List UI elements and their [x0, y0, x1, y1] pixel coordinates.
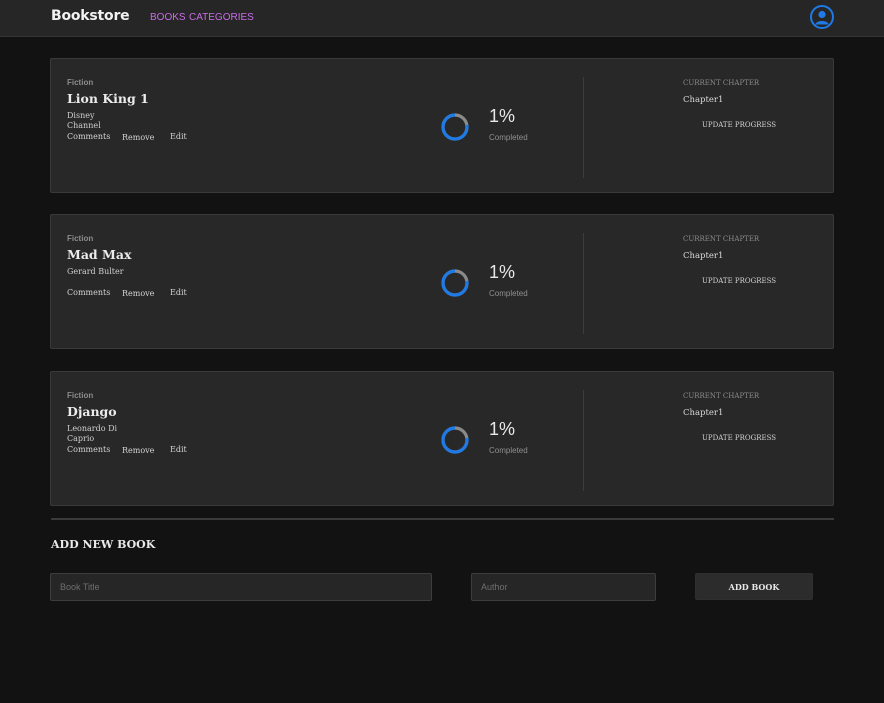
user-avatar-icon [815, 10, 829, 25]
current-chapter-label: CURRENT CHAPTER [683, 79, 760, 87]
book-title: Lion King 1 [67, 91, 149, 106]
book-genre: Fiction [67, 78, 94, 87]
book-title: Mad Max [67, 247, 132, 262]
progress-percent: 1% [489, 106, 516, 126]
current-chapter-label: CURRENT CHAPTER [683, 392, 760, 400]
edit-button[interactable]: Edit [170, 445, 187, 454]
book-author: Gerard Bulter [67, 267, 124, 276]
current-chapter-value: Chapter1 [683, 251, 724, 261]
add-book-heading: ADD NEW BOOK [51, 538, 156, 551]
current-chapter-label: CURRENT CHAPTER [683, 235, 760, 243]
comments-button[interactable]: Comments [67, 132, 110, 141]
book-card: Fiction Mad Max Gerard Bulter Comments R… [50, 214, 834, 349]
current-chapter-value: Chapter1 [683, 408, 724, 418]
section-divider [51, 518, 834, 520]
book-genre: Fiction [67, 234, 94, 243]
update-progress-button[interactable]: UPDATE PROGRESS [702, 434, 776, 442]
update-progress-button[interactable]: UPDATE PROGRESS [702, 277, 776, 285]
author-input[interactable] [471, 573, 656, 601]
book-genre: Fiction [67, 391, 94, 400]
remove-button[interactable]: Remove [122, 133, 154, 142]
nav-link-books[interactable]: BOOKS [150, 12, 186, 23]
remove-button[interactable]: Remove [122, 446, 154, 455]
brand-logo[interactable]: Bookstore [51, 8, 130, 24]
progress-label: Completed [489, 289, 528, 298]
edit-button[interactable]: Edit [170, 288, 187, 297]
remove-button[interactable]: Remove [122, 289, 154, 298]
progress-label: Completed [489, 446, 528, 455]
nav-link-categories[interactable]: CATEGORIES [189, 12, 254, 23]
book-author: Disney Channel [67, 111, 101, 130]
edit-button[interactable]: Edit [170, 132, 187, 141]
card-divider [583, 390, 584, 491]
book-title: Django [67, 404, 117, 419]
progress-percent: 1% [489, 419, 516, 439]
comments-button[interactable]: Comments [67, 288, 110, 297]
current-chapter-value: Chapter1 [683, 95, 724, 105]
comments-button[interactable]: Comments [67, 445, 110, 454]
update-progress-button[interactable]: UPDATE PROGRESS [702, 121, 776, 129]
book-card: Fiction Lion King 1 Disney Channel Comme… [50, 58, 834, 193]
book-author: Leonardo Di Caprio [67, 424, 118, 443]
card-divider [583, 77, 584, 178]
card-divider [583, 233, 584, 334]
progress-ring [441, 269, 469, 297]
progress-ring [441, 426, 469, 454]
progress-percent: 1% [489, 262, 516, 282]
add-book-button[interactable]: ADD BOOK [695, 573, 813, 600]
progress-label: Completed [489, 133, 528, 142]
progress-ring [441, 113, 469, 141]
book-title-input[interactable] [50, 573, 432, 601]
user-avatar-button[interactable] [810, 5, 834, 29]
book-card: Fiction Django Leonardo Di Caprio Commen… [50, 371, 834, 506]
top-navbar: Bookstore BOOKS CATEGORIES [0, 0, 884, 37]
